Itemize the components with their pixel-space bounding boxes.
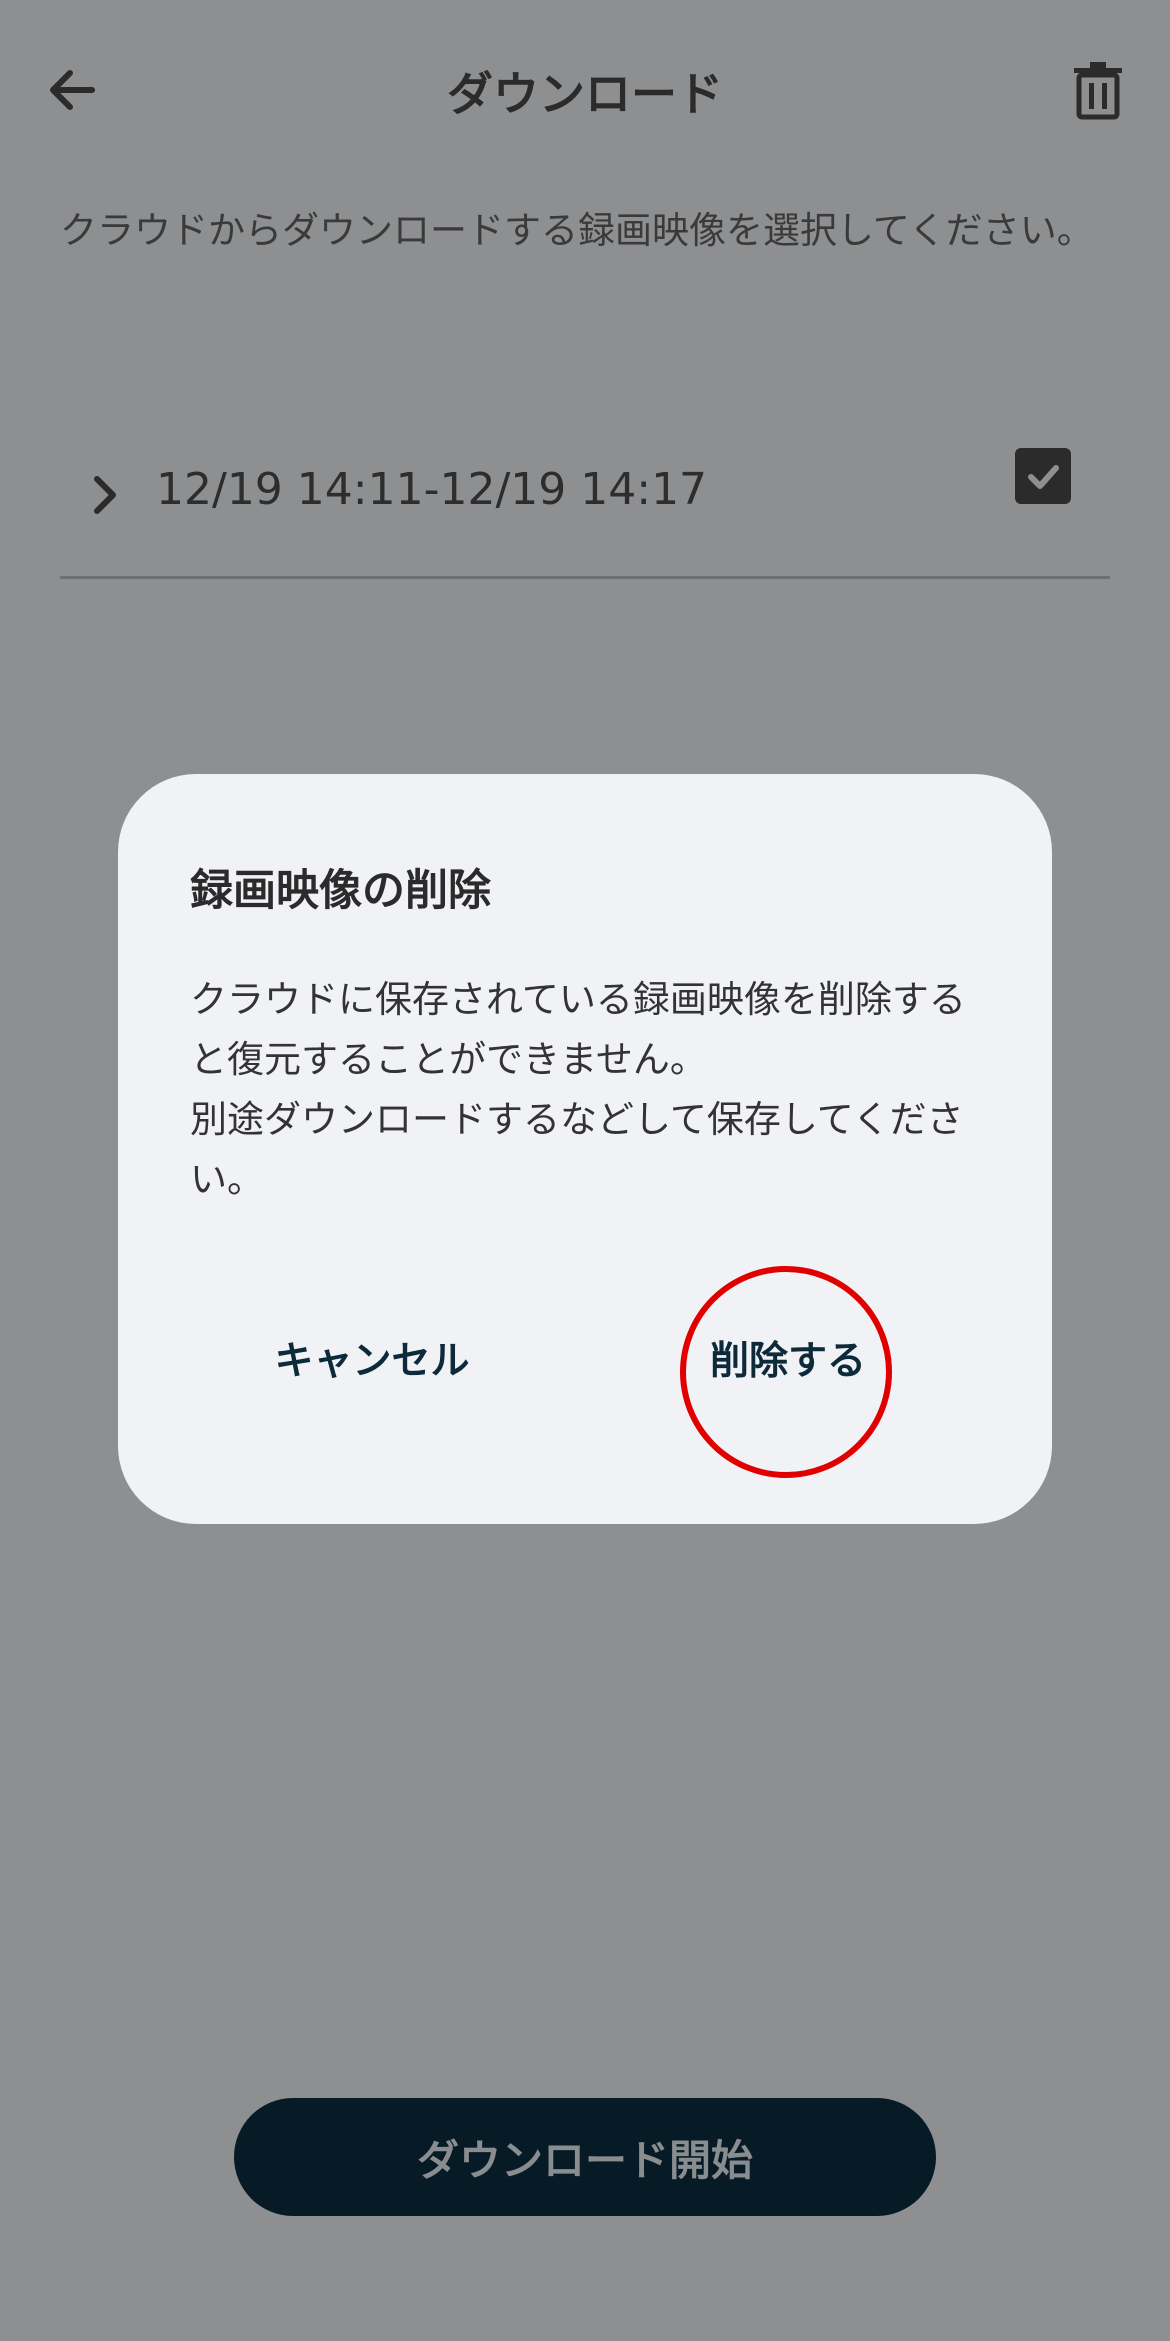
divider: [60, 576, 1110, 579]
dialog-message-line2: 別途ダウンロードするなどして保存してください。: [190, 1098, 964, 1201]
page-title: ダウンロード: [447, 67, 723, 121]
record-row[interactable]: 12/19 14:11-12/19 14:17: [60, 420, 1110, 570]
dialog-message: クラウドに保存されている録画映像を削除すると復元することができません。 別途ダウ…: [190, 970, 990, 1210]
cancel-button[interactable]: キャンセル: [252, 1322, 492, 1394]
delete-confirm-dialog: 録画映像の削除 クラウドに保存されている録画映像を削除すると復元することができま…: [118, 774, 1052, 1524]
record-label: 12/19 14:11-12/19 14:17: [156, 464, 708, 515]
check-icon: [1028, 465, 1059, 489]
download-screen: ダウンロード クラウドからダウンロードする録画映像を選択してください。 12/1…: [0, 0, 1170, 2341]
start-download-button[interactable]: ダウンロード開始: [234, 2098, 936, 2216]
highlight-circle: [680, 1266, 892, 1478]
record-checkbox[interactable]: [1015, 448, 1071, 504]
chevron-right-icon[interactable]: [80, 450, 130, 540]
trash-icon: [1074, 62, 1122, 120]
instruction-text: クラウドからダウンロードする録画映像を選択してください。: [60, 209, 1094, 252]
delete-all-button[interactable]: [1062, 52, 1134, 128]
dialog-title: 録画映像の削除: [190, 866, 491, 916]
dialog-message-line1: クラウドに保存されている録画映像を削除すると復元することができません。: [190, 978, 966, 1081]
header: ダウンロード: [0, 0, 1170, 180]
